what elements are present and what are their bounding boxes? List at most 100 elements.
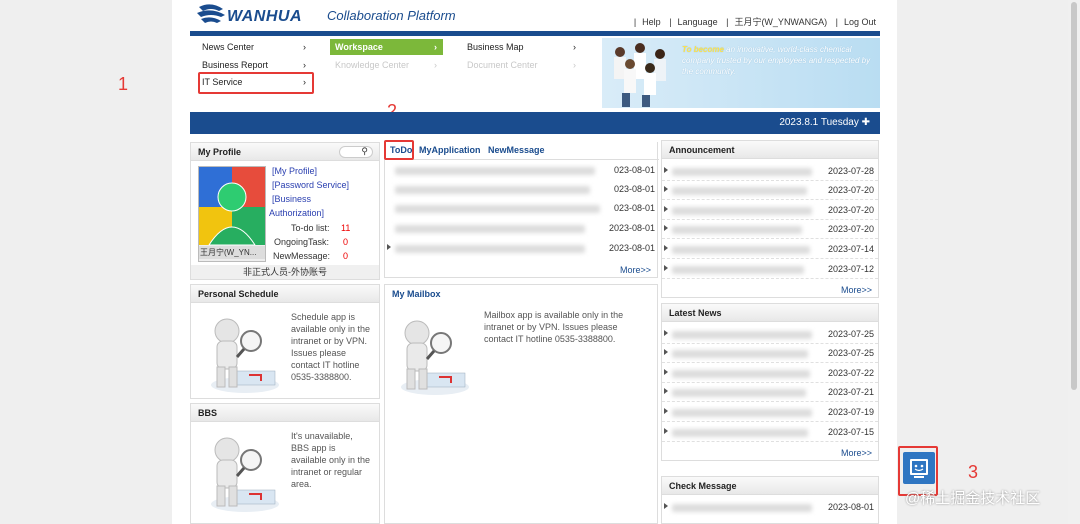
- current-date: 2023.8.1 Tuesday: [779, 117, 859, 128]
- blurred-text: [672, 266, 804, 274]
- row-date: 2023-07-25: [827, 329, 874, 339]
- business-authorization-link[interactable]: [Business: [272, 194, 311, 204]
- logout-link[interactable]: Log Out: [844, 17, 876, 27]
- announcement-row[interactable]: 2023-07-14: [662, 241, 878, 259]
- row-date: 2023-08-01: [608, 243, 655, 253]
- menu-business-report[interactable]: Business Report ›: [190, 57, 312, 73]
- todo-more-link[interactable]: More>>: [620, 265, 651, 275]
- row-date: 2023-07-25: [827, 348, 874, 358]
- feedback-button[interactable]: [903, 452, 935, 484]
- announcement-row[interactable]: 2023-07-28: [662, 163, 878, 181]
- menu-news-center[interactable]: News Center ›: [190, 39, 312, 55]
- blurred-text: [672, 409, 812, 417]
- blurred-text: [395, 205, 600, 213]
- blurred-text: [395, 245, 585, 253]
- news-row[interactable]: 2023-07-15: [662, 424, 878, 442]
- annotation-1: 1: [118, 74, 129, 94]
- row-date: 2023-07-15: [827, 427, 874, 437]
- date-bar: 2023.8.1 Tuesday ✚: [190, 112, 880, 134]
- announcement-panel: Announcement 2023-07-28 2023-07-20 2023-…: [661, 140, 879, 298]
- bullet-icon: [664, 388, 668, 394]
- todo-row[interactable]: 023-08-01: [385, 200, 659, 218]
- row-divider: [662, 219, 878, 220]
- schedule-message: Schedule app is available only in the in…: [291, 312, 371, 382]
- page-scrollbar[interactable]: [1068, 0, 1080, 524]
- row-date: 2023-07-14: [827, 244, 874, 254]
- news-row[interactable]: 2023-07-21: [662, 384, 878, 402]
- watermark: @稀土掘金技术社区: [905, 490, 1041, 507]
- todo-row[interactable]: 023-08-01: [385, 181, 659, 199]
- under-construction-illustration: [211, 318, 279, 393]
- my-profile-link[interactable]: [My Profile]: [272, 166, 317, 176]
- blurred-text: [395, 186, 590, 194]
- announcement-row[interactable]: 2023-07-20: [662, 221, 878, 239]
- chevron-right-icon: ›: [303, 60, 306, 70]
- ongoing-task-label: OngoingTask:: [274, 237, 330, 247]
- bullet-icon: [664, 167, 668, 173]
- row-divider: [662, 278, 878, 279]
- blurred-text: [672, 350, 808, 358]
- panel-title[interactable]: My Mailbox: [385, 285, 657, 303]
- business-authorization-link-2[interactable]: Authorization]: [269, 208, 324, 218]
- news-row[interactable]: 2023-07-25: [662, 345, 878, 363]
- row-divider: [662, 362, 878, 363]
- panel-title: BBS: [191, 404, 379, 422]
- check-message-row[interactable]: 2023-08-01: [662, 499, 878, 517]
- todo-list-label: To-do list:: [291, 223, 330, 233]
- menu-label: News Center: [202, 42, 255, 52]
- menu-document-center[interactable]: Document Center ›: [462, 57, 582, 73]
- blurred-text: [672, 246, 810, 254]
- news-row[interactable]: 2023-07-19: [662, 404, 878, 422]
- menu-knowledge-center[interactable]: Knowledge Center ›: [330, 57, 443, 73]
- chevron-right-icon: ›: [434, 42, 437, 52]
- plus-icon[interactable]: ✚: [862, 117, 870, 128]
- announcement-row[interactable]: 2023-07-12: [662, 261, 878, 279]
- todo-row[interactable]: 023-08-01: [385, 162, 659, 180]
- blurred-text: [672, 429, 808, 437]
- news-more-link[interactable]: More>>: [841, 448, 872, 458]
- row-date: 2023-07-22: [827, 368, 874, 378]
- todo-list-count[interactable]: 11: [341, 223, 350, 233]
- password-service-link[interactable]: [Password Service]: [272, 180, 349, 190]
- tab-new-message[interactable]: NewMessage: [488, 145, 545, 155]
- new-message-label: NewMessage:: [273, 251, 331, 261]
- blurred-text: [672, 504, 812, 512]
- row-divider: [662, 401, 878, 402]
- row-date: 2023-08-01: [608, 223, 655, 233]
- menu-label: Knowledge Center: [335, 60, 410, 70]
- panel-title: Personal Schedule: [191, 285, 379, 303]
- help-link[interactable]: Help: [642, 17, 661, 27]
- tab-my-application[interactable]: MyApplication: [419, 145, 481, 155]
- announcement-row[interactable]: 2023-07-20: [662, 182, 878, 200]
- user-link[interactable]: 王月宁(W_YNWANGA): [734, 17, 827, 27]
- chevron-right-icon: ›: [303, 42, 306, 52]
- mailbox-message: Mailbox app is available only in the int…: [484, 310, 624, 344]
- new-message-count[interactable]: 0: [343, 251, 348, 261]
- blurred-text: [672, 389, 806, 397]
- row-date: 2023-07-20: [827, 224, 874, 234]
- row-date: 2023-08-01: [827, 502, 874, 512]
- announcement-row[interactable]: 2023-07-20: [662, 202, 878, 220]
- row-divider: [662, 343, 878, 344]
- menu-business-map[interactable]: Business Map ›: [462, 39, 582, 55]
- logo-text: WANHUA: [227, 8, 302, 25]
- row-date: 2023-07-19: [827, 407, 874, 417]
- menu-workspace[interactable]: Workspace ›: [330, 39, 443, 55]
- top-bar: [190, 31, 880, 36]
- news-row[interactable]: 2023-07-25: [662, 326, 878, 344]
- news-row[interactable]: 2023-07-22: [662, 365, 878, 383]
- search-icon[interactable]: ⚲: [361, 146, 368, 157]
- banner: To become an innovative, world-class che…: [602, 38, 880, 108]
- ongoing-task-count[interactable]: 0: [343, 237, 348, 247]
- chevron-right-icon: ›: [573, 60, 576, 70]
- search-box[interactable]: ⚲: [339, 146, 373, 158]
- bullet-icon: [664, 206, 668, 212]
- todo-row[interactable]: 2023-08-01: [385, 220, 659, 238]
- scrollbar-thumb[interactable]: [1071, 2, 1077, 390]
- row-divider: [662, 441, 878, 442]
- menu-label: Business Report: [202, 60, 269, 70]
- bullet-icon: [664, 503, 668, 509]
- todo-row[interactable]: 2023-08-01: [385, 240, 659, 258]
- announcement-more-link[interactable]: More>>: [841, 285, 872, 295]
- language-link[interactable]: Language: [678, 17, 718, 27]
